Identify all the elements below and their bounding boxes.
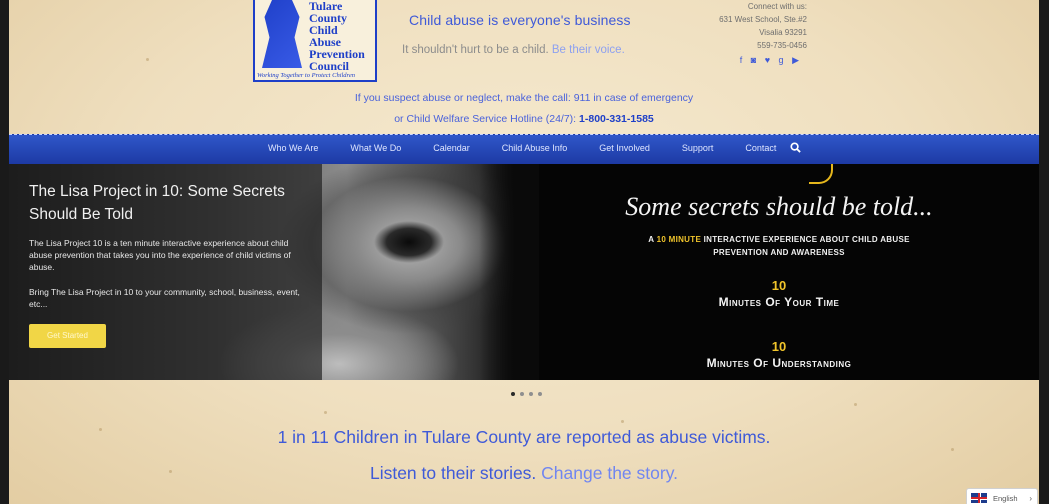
- sub-tagline-accent: Be their voice.: [551, 44, 625, 56]
- subline-accent: 10 MINUTE: [656, 235, 702, 244]
- emergency-callout: If you suspect abuse or neglect, make th…: [354, 92, 694, 104]
- nav-item-what-we-do[interactable]: What We Do: [350, 143, 401, 153]
- youtube-icon[interactable]: ▶: [792, 55, 802, 65]
- hero-graphic-subline-2: PREVENTION AND AWARENESS: [713, 248, 845, 257]
- contact-address-line2: Visalia 93291: [759, 28, 807, 37]
- hero-description-2: Bring The Lisa Project in 10 to your com…: [29, 287, 300, 309]
- stories-plain: Listen to their stories.: [369, 463, 537, 483]
- carousel-dot[interactable]: [538, 392, 542, 396]
- logo-silhouette-icon: [262, 0, 302, 68]
- carousel-dot[interactable]: [511, 392, 515, 396]
- stories-line: Listen to their stories. Change the stor…: [9, 463, 1039, 484]
- hotline-number[interactable]: 1-800-331-1585: [579, 113, 654, 125]
- hero-graphic-number-1: 10: [771, 278, 787, 293]
- sub-tagline: It shouldn't hurt to be a child. Be thei…: [402, 44, 625, 56]
- carousel-dot[interactable]: [529, 392, 533, 396]
- hero-graphic-headline: Some secrets should be told...: [625, 192, 933, 221]
- hero-description: The Lisa Project 10 is a ten minute inte…: [29, 238, 291, 272]
- logo-tagline: Working Together to Protect Children: [257, 72, 355, 79]
- google-plus-icon[interactable]: g: [779, 55, 787, 65]
- hotline-callout: or Child Welfare Service Hotline (24/7):…: [9, 113, 1039, 125]
- main-tagline: Child abuse is everyone's business: [409, 12, 631, 28]
- main-nav: Who We Are What We Do Calendar Child Abu…: [9, 134, 1039, 164]
- hero-graphic-subline-1: A 10 MINUTE INTERACTIVE EXPERIENCE ABOUT…: [519, 235, 1039, 244]
- site-logo[interactable]: Tulare County Child Abuse Prevention Cou…: [253, 0, 377, 82]
- texture-speck: [146, 58, 149, 61]
- social-links: f ◙ ♥ g ▶: [740, 55, 802, 66]
- subline-prefix: A: [648, 235, 655, 244]
- hero-slider: The Lisa Project in 10: Some Secrets Sho…: [9, 164, 1039, 380]
- hero-graphic-label-2: Minutes Of Understanding: [706, 356, 852, 370]
- nav-item-who-we-are[interactable]: Who We Are: [268, 143, 318, 153]
- page: Tulare County Child Abuse Prevention Cou…: [9, 0, 1039, 504]
- nav-item-support[interactable]: Support: [682, 143, 714, 153]
- statistic-headline: 1 in 11 Children in Tulare County are re…: [277, 427, 771, 447]
- language-label: English: [993, 493, 1018, 503]
- texture-speck: [621, 420, 624, 423]
- language-switcher[interactable]: English ›: [966, 488, 1038, 504]
- hero-title: The Lisa Project in 10: Some Secrets Sho…: [29, 183, 285, 223]
- get-started-button[interactable]: Get Started: [29, 324, 106, 348]
- change-the-story-link[interactable]: Change the story.: [541, 463, 678, 483]
- nav-item-child-abuse-info[interactable]: Child Abuse Info: [502, 143, 568, 153]
- texture-speck: [854, 403, 857, 406]
- hero-graphic-number-2: 10: [771, 339, 787, 354]
- texture-speck: [324, 411, 327, 414]
- carousel-dot[interactable]: [520, 392, 524, 396]
- nav-item-calendar[interactable]: Calendar: [433, 143, 470, 153]
- subline-suffix: INTERACTIVE EXPERIENCE ABOUT CHILD ABUSE: [703, 235, 910, 244]
- twitter-icon[interactable]: ♥: [765, 55, 773, 65]
- contact-phone[interactable]: 559-735-0456: [719, 39, 807, 52]
- logo-name: Tulare County Child Abuse Prevention Cou…: [309, 0, 375, 72]
- contact-address-line1: 631 West School, Ste.#2: [719, 15, 807, 24]
- hero-graphic-label-1: Minutes Of Your Time: [718, 295, 840, 309]
- logo-name-line: Council: [309, 59, 350, 73]
- texture-speck: [951, 448, 954, 451]
- contact-block: Connect with us: 631 West School, Ste.#2…: [719, 0, 807, 52]
- uk-flag-icon: [971, 493, 987, 503]
- chevron-right-icon: ›: [1029, 493, 1032, 503]
- swirl-decoration: [809, 164, 833, 184]
- search-icon[interactable]: [790, 142, 801, 153]
- nav-item-contact[interactable]: Contact: [745, 143, 776, 153]
- facebook-icon[interactable]: f: [740, 55, 746, 65]
- nav-item-get-involved[interactable]: Get Involved: [599, 143, 650, 153]
- hotline-label: or Child Welfare Service Hotline (24/7):: [394, 113, 577, 125]
- sub-tagline-plain: It shouldn't hurt to be a child.: [402, 44, 549, 56]
- carousel-dots: [511, 392, 542, 396]
- instagram-icon[interactable]: ◙: [751, 55, 759, 65]
- nav-menu: Who We Are What We Do Calendar Child Abu…: [268, 143, 776, 153]
- contact-heading: Connect with us:: [747, 2, 807, 11]
